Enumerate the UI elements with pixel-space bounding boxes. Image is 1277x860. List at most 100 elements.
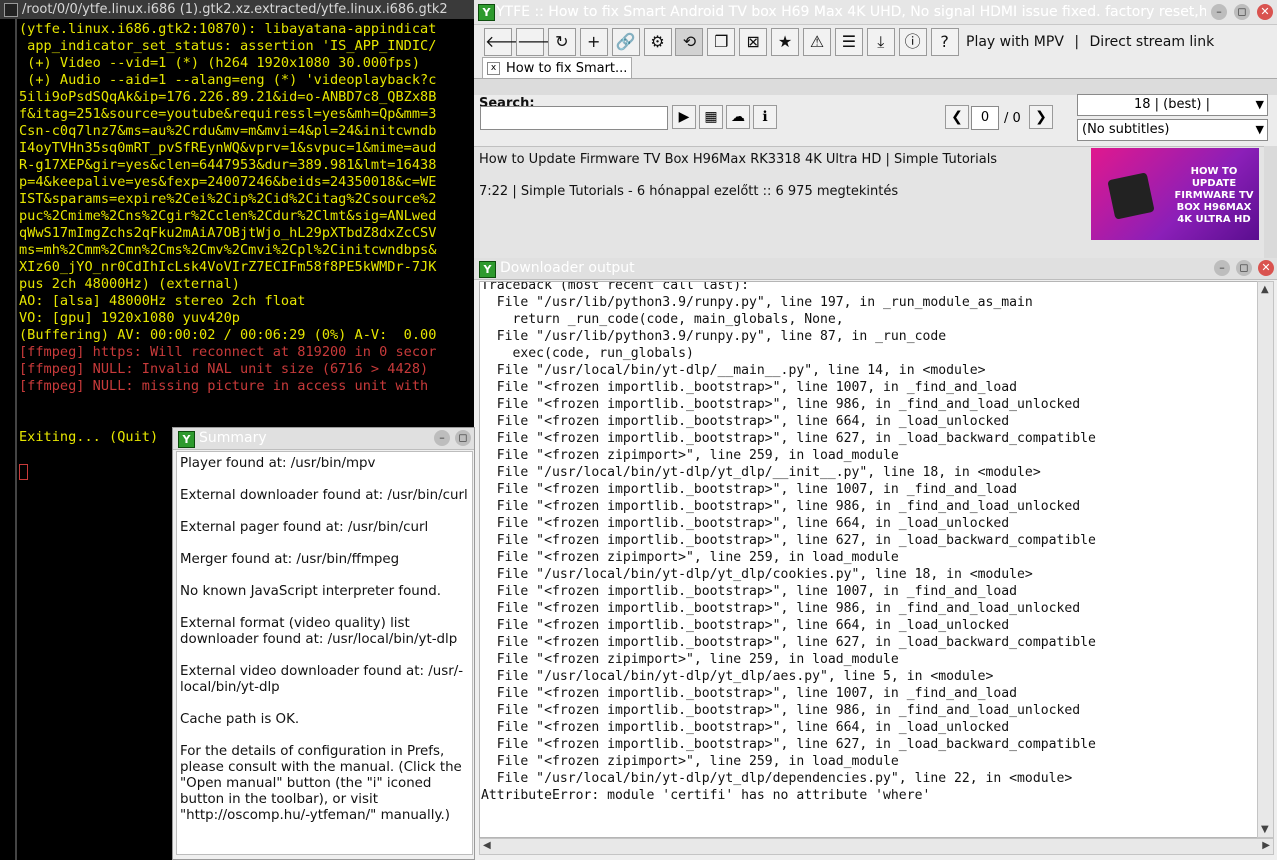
terminal-titlebar[interactable]: /root/0/0/ytfe.linux.i686 (1).gtk2.xz.ex… — [0, 0, 475, 19]
traceback-line: File "<frozen importlib._bootstrap>", li… — [481, 431, 1096, 446]
terminal-icon — [4, 3, 18, 17]
terminal-line: (+) Audio --aid=1 --alang=eng (*) 'video… — [19, 72, 437, 88]
traceback-line: File "<frozen importlib._bootstrap>", li… — [481, 533, 1096, 548]
vertical-scrollbar[interactable]: ▲ ▼ — [1257, 281, 1274, 838]
star-icon[interactable]: ★ — [771, 28, 800, 56]
list-icon[interactable]: ☰ — [834, 28, 863, 56]
traceback-line: File "<frozen importlib._bootstrap>", li… — [481, 737, 1096, 752]
page-prev-button[interactable]: ❮ — [945, 105, 969, 129]
minimize-button[interactable]: – — [1211, 4, 1227, 20]
close-box-icon[interactable]: ⊠ — [739, 28, 768, 56]
terminal-title: /root/0/0/ytfe.linux.i686 (1).gtk2.xz.ex… — [22, 2, 448, 17]
gear-icon[interactable]: ⚙ — [643, 28, 672, 56]
summary-paragraph: No known JavaScript interpreter found. — [180, 584, 442, 599]
result-meta: 7:22 | Simple Tutorials - 6 hónappal eze… — [479, 184, 899, 199]
scroll-down-icon[interactable]: ▼ — [1261, 824, 1269, 835]
traceback-line: exec(code, run_globals) — [481, 346, 694, 361]
play-links: Play with MPV | Direct stream link — [966, 34, 1214, 50]
downloader-title: Downloader output — [500, 260, 635, 276]
result-thumbnail[interactable]: HOW TO UPDATE FIRMWARE TV BOX H96MAX 4K … — [1091, 148, 1259, 240]
summary-window[interactable]: Y Summary – ◻ Player found at: /usr/bin/… — [172, 427, 475, 860]
results-scrollbar[interactable] — [1264, 146, 1277, 258]
terminal-line: qWwS17mImgZchs2qFku2mAiA7OBjtWjo_hL29pXT… — [19, 225, 437, 241]
maximize-button[interactable]: ◻ — [1234, 4, 1250, 20]
minimize-button[interactable]: – — [1214, 260, 1230, 276]
summary-paragraph: For the details of configuration in Pref… — [180, 744, 462, 823]
tab-strip — [474, 78, 1277, 95]
ytfe-titlebar[interactable]: Y YTFE :: How to fix Smart Android TV bo… — [474, 0, 1277, 25]
traceback-lines: Traceback (most recent call last): File … — [481, 281, 1096, 804]
summary-app-icon: Y — [178, 431, 195, 448]
terminal-line: IST&sparams=expire%2Cei%2Cip%2Cid%2Citag… — [19, 191, 437, 207]
terminal-output: (ytfe.linux.i686.gtk2:10870): libayatana… — [19, 21, 479, 446]
traceback-line: AttributeError: module 'certifi' has no … — [481, 788, 931, 803]
search-input[interactable] — [480, 106, 668, 130]
play-with-mpv-link[interactable]: Play with MPV — [966, 34, 1064, 50]
subtitle-select[interactable]: (No subtitles) ▼ — [1077, 119, 1268, 141]
traceback-line: File "<frozen importlib._bootstrap>", li… — [481, 686, 1018, 701]
summary-title: Summary — [199, 430, 267, 446]
traceback-line: File "<frozen importlib._bootstrap>", li… — [481, 516, 1010, 531]
copy-icon[interactable]: ❐ — [707, 28, 736, 56]
horizontal-scrollbar[interactable]: ◀ ▶ — [479, 838, 1274, 855]
search-grid-button[interactable]: ▦ — [699, 105, 723, 129]
info-icon[interactable]: ⓘ — [898, 28, 927, 56]
quality-select[interactable]: 18 | (best) | ▼ — [1077, 94, 1268, 116]
summary-titlebar[interactable]: Y Summary – ◻ — [173, 428, 474, 450]
tab-close-icon[interactable]: x — [487, 62, 500, 75]
arrow-left-icon[interactable]: 🡐 — [484, 28, 528, 56]
summary-paragraph: Merger found at: /usr/bin/ffmpeg — [180, 552, 400, 567]
page-number-input[interactable]: 0 — [971, 106, 999, 130]
scroll-left-icon[interactable]: ◀ — [483, 840, 491, 851]
result-title[interactable]: How to Update Firmware TV Box H96Max RK3… — [479, 152, 997, 167]
page-next-button[interactable]: ❯ — [1029, 105, 1053, 129]
reload-icon[interactable]: ↻ — [547, 28, 576, 56]
help-icon[interactable]: ? — [930, 28, 959, 56]
search-cloud-button[interactable]: ☁ — [726, 105, 750, 129]
warning-icon[interactable]: ⚠ — [803, 28, 831, 56]
downloader-window[interactable]: Y Downloader output – ◻ ✕ Traceback (mos… — [474, 258, 1277, 860]
search-play-button[interactable]: ▶ — [672, 105, 696, 129]
download-icon[interactable]: ⤓ — [866, 28, 895, 56]
traceback-line: File "<frozen importlib._bootstrap>", li… — [481, 635, 1096, 650]
terminal-line: XIz60_jYO_nr0CdIhIcLsk4VoVIrZ7ECIFm58f8P… — [19, 259, 437, 275]
close-button[interactable]: ✕ — [1258, 260, 1274, 276]
summary-paragraph: External pager found at: /usr/bin/curl — [180, 520, 429, 535]
quality-select-value: 18 | (best) | — [1134, 97, 1210, 112]
direct-stream-link[interactable]: Direct stream link — [1090, 34, 1215, 50]
maximize-button[interactable]: ◻ — [1236, 260, 1252, 276]
downloader-titlebar[interactable]: Y Downloader output – ◻ ✕ — [474, 258, 1277, 280]
terminal-line: (+) Video --vid=1 (*) (h264 1920x1080 30… — [19, 55, 421, 71]
terminal-line: (ytfe.linux.i686.gtk2:10870): libayatana… — [19, 21, 437, 37]
subtitle-select-value: (No subtitles) — [1082, 122, 1170, 137]
tab-video[interactable]: x How to fix Smart... — [482, 57, 632, 79]
ytfe-window-title: YTFE :: How to fix Smart Android TV box … — [496, 4, 1206, 20]
traceback-line: File "<frozen importlib._bootstrap>", li… — [481, 380, 1018, 395]
ytfe-window[interactable]: Y YTFE :: How to fix Smart Android TV bo… — [474, 0, 1277, 259]
terminal-line: Csn-c0q7lnz7&ms=au%2Crdu&mv=m&mvi=4&pl=2… — [19, 123, 437, 139]
tab-label: How to fix Smart... — [506, 61, 628, 76]
link-separator: | — [1074, 34, 1080, 50]
terminal-line: app_indicator_set_status: assertion 'IS_… — [19, 38, 437, 54]
summary-paragraphs: Player found at: /usr/bin/mpv External do… — [180, 456, 470, 840]
arrow-right-icon[interactable]: 🡒 — [515, 28, 560, 56]
plus-icon[interactable]: + — [579, 28, 608, 56]
minimize-button[interactable]: – — [434, 430, 450, 446]
traceback-line: File "/usr/local/bin/yt-dlp/yt_dlp/cooki… — [481, 567, 1033, 582]
traceback-line: Traceback (most recent call last): — [481, 281, 750, 293]
summary-paragraph: External downloader found at: /usr/bin/c… — [180, 488, 468, 503]
results-list[interactable]: How to Update Firmware TV Box H96Max RK3… — [474, 146, 1264, 259]
scroll-up-icon[interactable]: ▲ — [1261, 284, 1269, 295]
summary-content: Player found at: /usr/bin/mpv External do… — [176, 451, 473, 855]
summary-paragraph: External format (video quality) list dow… — [180, 616, 458, 647]
link-icon[interactable]: 🔗 — [611, 28, 640, 56]
scroll-right-icon[interactable]: ▶ — [1262, 840, 1270, 851]
history-icon[interactable]: ⟲ — [675, 28, 704, 56]
chevron-down-icon: ▼ — [1255, 123, 1264, 136]
downloader-app-icon: Y — [479, 261, 496, 278]
downloader-output-text[interactable]: Traceback (most recent call last): File … — [479, 281, 1258, 838]
close-button[interactable]: ✕ — [1257, 4, 1273, 20]
maximize-button[interactable]: ◻ — [455, 430, 471, 446]
terminal-left-gutter — [15, 19, 17, 860]
search-info-button[interactable]: ℹ — [753, 105, 777, 129]
